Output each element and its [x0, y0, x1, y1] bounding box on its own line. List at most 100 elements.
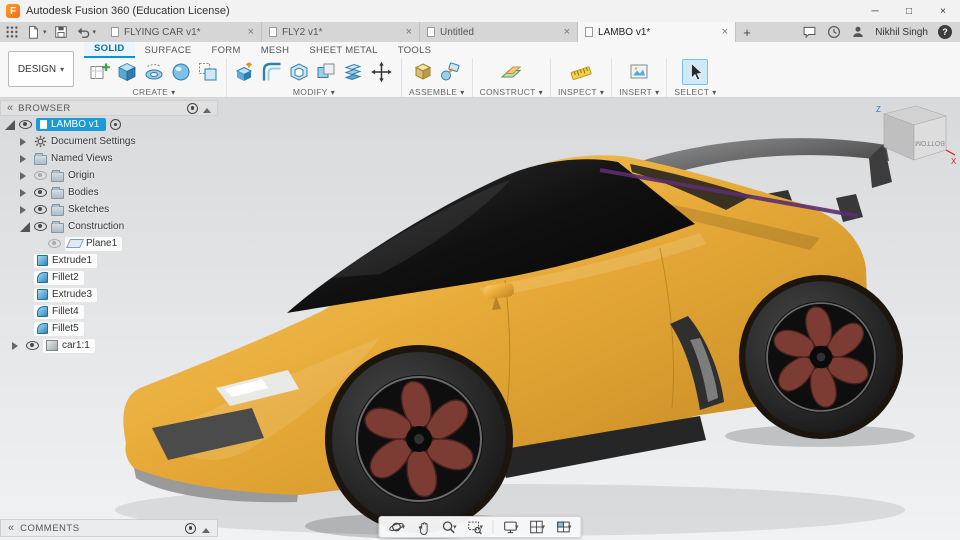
undo-icon[interactable] [75, 25, 90, 39]
select-tool-active-box[interactable] [682, 58, 709, 85]
sweep-icon[interactable] [170, 61, 192, 83]
viewports-button[interactable]: ▾ [551, 517, 576, 537]
browser-item-origin[interactable]: Origin [0, 167, 218, 184]
file-menu-caret-icon[interactable]: ▾ [43, 28, 47, 36]
measure-icon[interactable] [570, 61, 592, 83]
user-avatar-icon[interactable] [851, 25, 865, 39]
feature-chip[interactable]: Fillet2 [34, 270, 84, 285]
browser-item-lambo-root[interactable]: LAMBO v1 [0, 116, 218, 133]
comments-panel[interactable]: « COMMENTS [0, 519, 218, 537]
tab-untitled[interactable]: Untitled × [420, 22, 579, 42]
shell-icon[interactable] [288, 61, 310, 83]
component-chip[interactable]: car1:1 [43, 338, 95, 353]
tab-surface[interactable]: SURFACE [135, 44, 202, 58]
create-dropdown[interactable]: CREATE ▾ [133, 85, 176, 97]
feature-chip[interactable]: Fillet4 [34, 304, 84, 319]
tab-sheet-metal[interactable]: SHEET METAL [299, 44, 387, 58]
expanded-arrow-icon[interactable] [5, 119, 15, 130]
grid-settings-button[interactable]: ▾ [525, 517, 550, 537]
construct-dropdown[interactable]: CONSTRUCT ▾ [480, 85, 543, 97]
browser-item-sketches[interactable]: Sketches [0, 201, 218, 218]
browser-item-document-settings[interactable]: Document Settings [0, 133, 218, 150]
browser-header[interactable]: « BROWSER [0, 100, 218, 116]
browser-item-bodies[interactable]: Bodies [0, 184, 218, 201]
tab-tools[interactable]: TOOLS [388, 44, 442, 58]
tab-form[interactable]: FORM [202, 44, 251, 58]
pan-button[interactable] [411, 517, 434, 537]
browser-item-fillet2[interactable]: Fillet2 [0, 269, 218, 286]
collapsed-arrow-icon[interactable] [20, 154, 30, 163]
browser-item-named-views[interactable]: Named Views [0, 150, 218, 167]
browser-item-extrude1[interactable]: Extrude1 [0, 252, 218, 269]
save-icon[interactable] [54, 25, 68, 39]
maximize-button[interactable]: □ [892, 0, 926, 22]
insert-dropdown[interactable]: INSERT ▾ [619, 85, 659, 97]
collapsed-arrow-icon[interactable] [20, 171, 30, 180]
split-body-icon[interactable] [342, 61, 364, 83]
workspace-selector[interactable]: DESIGN ▾ [8, 51, 74, 87]
car-model[interactable] [123, 138, 903, 533]
press-pull-icon[interactable] [234, 61, 256, 83]
browser-item-extrude3[interactable]: Extrude3 [0, 286, 218, 303]
visibility-eye-icon[interactable] [34, 222, 47, 231]
browser-item-fillet5[interactable]: Fillet5 [0, 320, 218, 337]
collapsed-arrow-icon[interactable] [20, 137, 30, 146]
tab-close-icon[interactable]: × [564, 26, 570, 38]
modify-dropdown[interactable]: MODIFY ▾ [293, 85, 335, 97]
move-copy-icon[interactable] [369, 61, 394, 83]
feature-chip[interactable]: Extrude1 [34, 253, 98, 268]
select-cursor-icon[interactable] [684, 61, 706, 83]
close-button[interactable]: × [926, 0, 960, 22]
comments-bubble-icon[interactable] [802, 25, 817, 39]
tab-mesh[interactable]: MESH [251, 44, 300, 58]
browser-item-construction[interactable]: Construction [0, 218, 218, 235]
job-status-icon[interactable] [827, 25, 841, 39]
expanded-arrow-icon[interactable] [20, 221, 30, 232]
extrude-icon[interactable] [116, 61, 138, 83]
zoom-button[interactable]: ▾ [436, 517, 461, 537]
collapsed-arrow-icon[interactable] [20, 205, 30, 214]
activate-component-icon[interactable] [110, 119, 122, 130]
browser-item-car1[interactable]: car1:1 [0, 337, 218, 354]
feature-chip[interactable]: Extrude3 [34, 287, 98, 302]
browser-item-fillet4[interactable]: Fillet4 [0, 303, 218, 320]
file-menu-icon[interactable] [26, 25, 40, 39]
visibility-eye-icon[interactable] [34, 205, 47, 214]
joint-icon[interactable] [439, 61, 461, 83]
rear-wheel[interactable] [744, 280, 898, 434]
project-icon[interactable] [197, 61, 219, 83]
feature-chip[interactable]: Plane1 [65, 236, 123, 251]
create-sketch-icon[interactable] [89, 61, 111, 83]
tab-close-icon[interactable]: × [722, 26, 728, 38]
visibility-eye-icon[interactable] [26, 341, 39, 350]
construction-plane-icon[interactable] [500, 61, 522, 83]
revolve-icon[interactable] [143, 61, 165, 83]
feature-chip[interactable]: Fillet5 [34, 321, 84, 336]
inspect-dropdown[interactable]: INSPECT ▾ [558, 85, 604, 97]
collapse-panel-icon[interactable]: « [8, 522, 14, 534]
collapse-up-icon[interactable] [203, 104, 211, 113]
collapsed-arrow-icon[interactable] [12, 341, 22, 350]
new-component-icon[interactable] [412, 61, 434, 83]
combine-icon[interactable] [315, 61, 337, 83]
help-icon[interactable]: ? [938, 25, 952, 39]
user-name[interactable]: Nikhil Singh [875, 27, 928, 38]
visibility-eye-icon[interactable] [19, 120, 32, 129]
minimize-button[interactable]: ─ [858, 0, 892, 22]
insert-canvas-icon[interactable] [628, 61, 650, 83]
tab-solid[interactable]: SOLID [84, 42, 135, 58]
tab-lambo[interactable]: LAMBO v1* × [578, 22, 737, 42]
front-wheel[interactable] [331, 351, 507, 527]
assemble-dropdown[interactable]: ASSEMBLE ▾ [409, 85, 465, 97]
display-settings-button[interactable]: ▾ [498, 517, 523, 537]
fillet-icon[interactable] [261, 61, 283, 83]
undo-caret-icon[interactable]: ▾ [93, 28, 97, 36]
tab-close-icon[interactable]: × [248, 26, 254, 38]
app-grid-icon[interactable] [5, 25, 19, 39]
orbit-button[interactable]: ▾ [384, 517, 409, 537]
fit-button[interactable]: ▾ [462, 517, 487, 537]
selected-root-chip[interactable]: LAMBO v1 [36, 118, 107, 131]
visibility-eye-icon[interactable] [48, 239, 61, 248]
browser-item-plane1[interactable]: Plane1 [0, 235, 218, 252]
comments-options-icon[interactable] [185, 522, 196, 534]
